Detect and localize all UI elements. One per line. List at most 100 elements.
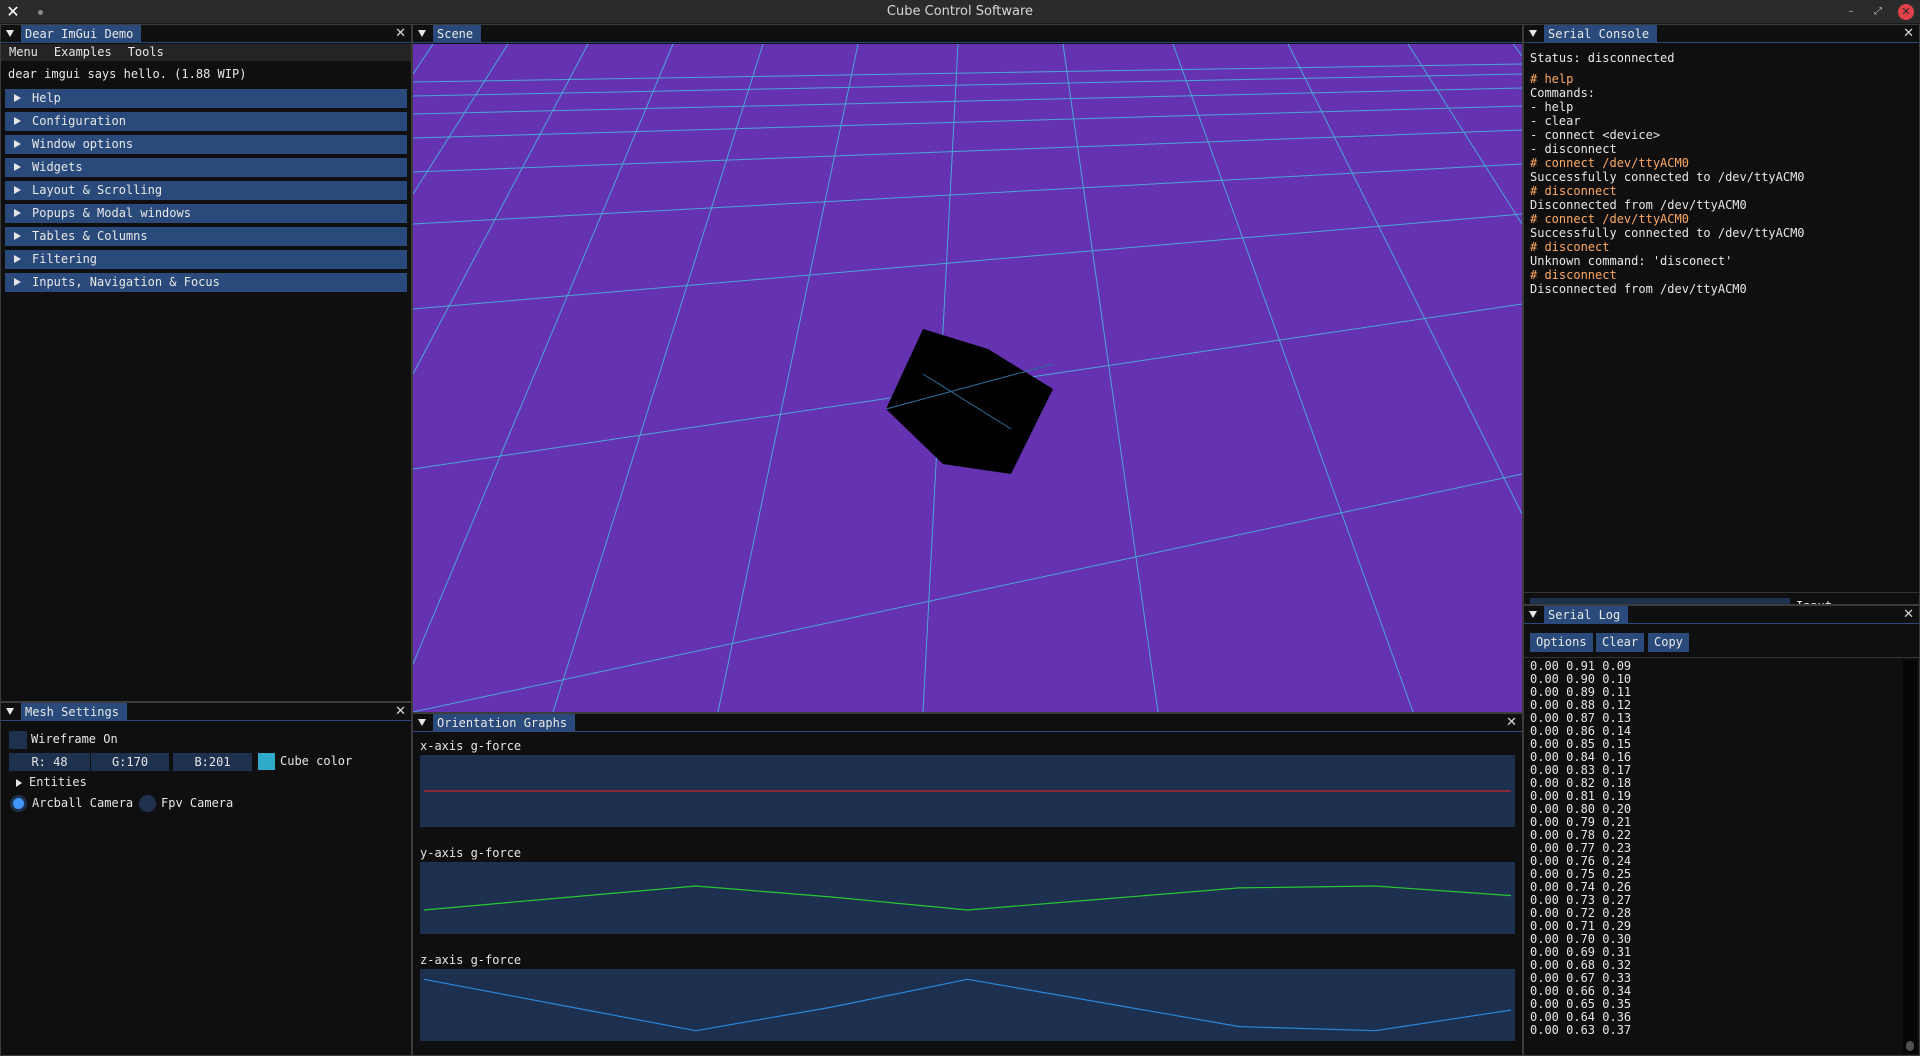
close-icon[interactable]: ✕ bbox=[1903, 25, 1914, 43]
window-header: Serial Log ✕ bbox=[1524, 606, 1919, 624]
collapse-icon[interactable] bbox=[6, 30, 14, 37]
fpv-camera-radio[interactable] bbox=[139, 795, 156, 812]
console-response-line: Successfully connected to /dev/ttyACM0 bbox=[1530, 226, 1805, 240]
console-response-line: Disconnected from /dev/ttyACM0 bbox=[1530, 282, 1747, 296]
plot-series-line bbox=[423, 885, 1512, 911]
menu-item-tools[interactable]: Tools bbox=[120, 44, 172, 61]
log-divider bbox=[1524, 657, 1919, 658]
close-icon[interactable]: ✕ bbox=[1903, 606, 1914, 624]
console-response-line: Commands: bbox=[1530, 86, 1596, 100]
options-button[interactable]: Options bbox=[1530, 633, 1593, 652]
window-close-button[interactable]: ✕ bbox=[1898, 4, 1914, 20]
caret-right-icon bbox=[14, 117, 21, 125]
caret-right-icon bbox=[14, 94, 21, 102]
scene-window: Scene bbox=[412, 24, 1523, 713]
header-label: Filtering bbox=[32, 252, 98, 266]
maximize-icon[interactable]: ⤢ bbox=[1870, 4, 1886, 20]
header-widgets[interactable]: Widgets bbox=[5, 158, 407, 177]
serial-log-window: Serial Log ✕ Options Clear Copy 0.00 0.9… bbox=[1523, 605, 1920, 1056]
header-label: Popups & Modal windows bbox=[32, 206, 191, 220]
collapse-icon[interactable] bbox=[1529, 611, 1537, 618]
header-help[interactable]: Help bbox=[5, 89, 407, 108]
close-icon[interactable]: ✕ bbox=[395, 703, 406, 721]
caret-right-icon bbox=[14, 186, 21, 194]
console-response-line: - help bbox=[1530, 100, 1574, 114]
clear-button[interactable]: Clear bbox=[1596, 633, 1645, 652]
cube-color-label: Cube color bbox=[280, 754, 353, 768]
connection-status: Status: disconnected bbox=[1530, 51, 1675, 65]
caret-right-icon bbox=[14, 163, 21, 171]
console-command-line: # help bbox=[1530, 72, 1574, 86]
window-tab-serial-console[interactable]: Serial Console bbox=[1544, 25, 1658, 43]
header-configuration[interactable]: Configuration bbox=[5, 112, 407, 131]
window-header: Orientation Graphs ✕ bbox=[413, 714, 1522, 732]
arcball-camera-label: Arcball Camera bbox=[32, 796, 134, 810]
log-line: 0.00 0.63 0.37 bbox=[1530, 1023, 1632, 1037]
x-axis-label: x-axis g-force bbox=[420, 739, 522, 753]
caret-right-icon bbox=[14, 278, 21, 286]
blue-field[interactable]: B:201 bbox=[173, 753, 252, 771]
header-tables-columns[interactable]: Tables & Columns bbox=[5, 227, 407, 246]
scene-viewport[interactable] bbox=[413, 43, 1522, 712]
log-scrollbar[interactable] bbox=[1903, 660, 1917, 1053]
console-command-line: # disconnect bbox=[1530, 268, 1617, 282]
header-label: Tables & Columns bbox=[32, 229, 148, 243]
scrollbar-thumb[interactable] bbox=[1906, 1041, 1914, 1051]
console-command-line: # connect /dev/ttyACM0 bbox=[1530, 156, 1689, 170]
wireframe-checkbox[interactable] bbox=[9, 731, 27, 749]
menu-item-menu[interactable]: Menu bbox=[1, 44, 46, 61]
header-inputs-navigation[interactable]: Inputs, Navigation & Focus bbox=[5, 273, 407, 292]
fpv-camera-label: Fpv Camera bbox=[161, 796, 234, 810]
collapse-icon[interactable] bbox=[6, 708, 14, 715]
app-title: Cube Control Software bbox=[886, 4, 1034, 19]
wireframe-label: Wireframe On bbox=[31, 732, 118, 746]
caret-right-icon bbox=[14, 140, 21, 148]
minimize-icon[interactable]: – bbox=[1843, 4, 1859, 20]
header-layout-scrolling[interactable]: Layout & Scrolling bbox=[5, 181, 407, 200]
menu-item-examples[interactable]: Examples bbox=[46, 44, 120, 61]
window-tab-scene[interactable]: Scene bbox=[433, 25, 482, 43]
window-tab-imgui-demo[interactable]: Dear ImGui Demo bbox=[21, 25, 142, 43]
collapse-icon[interactable] bbox=[418, 30, 426, 37]
entities-tree-node[interactable]: Entities bbox=[29, 773, 87, 792]
close-icon[interactable]: ✕ bbox=[395, 25, 406, 43]
red-field[interactable]: R: 48 bbox=[9, 753, 90, 771]
header-label: Widgets bbox=[32, 160, 83, 174]
window-header: Serial Console ✕ bbox=[1524, 25, 1919, 43]
console-command-line: # disconect bbox=[1530, 240, 1610, 254]
console-response-line: Unknown command: 'disconect' bbox=[1530, 254, 1733, 268]
caret-right-icon[interactable] bbox=[16, 779, 22, 787]
cube-color-swatch[interactable] bbox=[258, 753, 275, 770]
window-header: Scene bbox=[413, 25, 1522, 43]
header-popups-modal[interactable]: Popups & Modal windows bbox=[5, 204, 407, 223]
console-response-line: - disconnect bbox=[1530, 142, 1617, 156]
console-input-row: Input bbox=[1524, 592, 1919, 604]
header-filtering[interactable]: Filtering bbox=[5, 250, 407, 269]
console-input-field[interactable] bbox=[1530, 598, 1790, 604]
header-label: Window options bbox=[32, 137, 134, 151]
arcball-camera-radio[interactable] bbox=[10, 795, 27, 812]
collapse-icon[interactable] bbox=[1529, 30, 1537, 37]
y-axis-label: y-axis g-force bbox=[420, 846, 522, 860]
header-label: Layout & Scrolling bbox=[32, 183, 163, 197]
collapse-icon[interactable] bbox=[418, 719, 426, 726]
window-tab-mesh-settings[interactable]: Mesh Settings bbox=[21, 703, 127, 721]
mesh-settings-window: Mesh Settings ✕ Wireframe On R: 48 G:170… bbox=[0, 702, 412, 1056]
serial-console-window: Serial Console ✕ Status: disconnected # … bbox=[1523, 24, 1920, 605]
log-output: 0.00 0.91 0.09 0.00 0.90 0.10 0.00 0.89 0.… bbox=[1530, 660, 1631, 1037]
header-label: Inputs, Navigation & Focus bbox=[32, 275, 220, 289]
window-tab-serial-log[interactable]: Serial Log bbox=[1544, 606, 1629, 624]
caret-right-icon bbox=[14, 232, 21, 240]
close-icon[interactable]: ✕ bbox=[1506, 714, 1517, 732]
green-field[interactable]: G:170 bbox=[91, 753, 169, 771]
window-titlebar: ✕ Cube Control Software – ⤢ ✕ bbox=[0, 0, 1920, 24]
hello-text: dear imgui says hello. (1.88 WIP) bbox=[8, 67, 247, 81]
console-response-line: Successfully connected to /dev/ttyACM0 bbox=[1530, 170, 1805, 184]
x-axis-plot bbox=[420, 755, 1515, 827]
window-tab-orientation-graphs[interactable]: Orientation Graphs bbox=[433, 714, 576, 732]
console-response-line: - clear bbox=[1530, 114, 1581, 128]
caret-right-icon bbox=[14, 255, 21, 263]
scene-canvas[interactable] bbox=[413, 43, 1522, 712]
header-window-options[interactable]: Window options bbox=[5, 135, 407, 154]
copy-button[interactable]: Copy bbox=[1648, 633, 1689, 652]
